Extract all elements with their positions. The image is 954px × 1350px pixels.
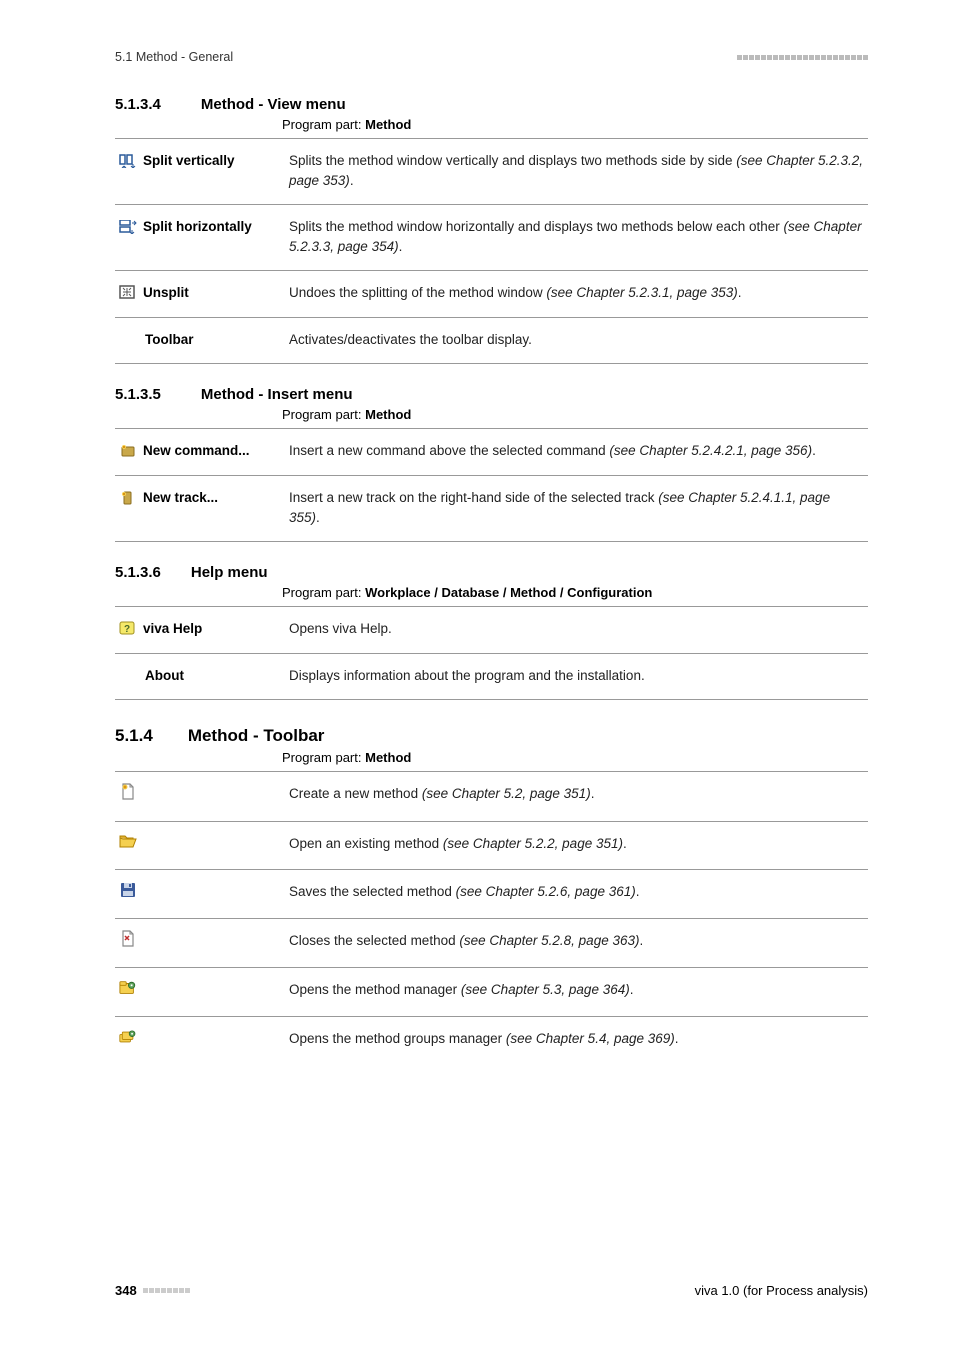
program-part-514: Program part: Method xyxy=(282,750,868,765)
new-track-icon xyxy=(119,490,137,506)
row-label: Unsplit xyxy=(143,283,189,303)
section-number: 5.1.4 xyxy=(115,726,153,746)
header-decoration xyxy=(737,55,868,60)
unsplit-icon xyxy=(119,285,137,301)
program-part-5136: Program part: Workplace / Database / Met… xyxy=(282,585,868,600)
row-desc: Activates/deactivates the toolbar displa… xyxy=(285,317,868,364)
table-row: Create a new method (see Chapter 5.2, pa… xyxy=(115,772,868,822)
row-desc: Undoes the splitting of the method windo… xyxy=(285,271,868,318)
table-row: New track... Insert a new track on the r… xyxy=(115,475,868,541)
page-number: 348 xyxy=(115,1283,137,1298)
page-header: 5.1 Method - General xyxy=(115,50,868,64)
new-document-icon xyxy=(119,784,137,800)
table-row: ? viva Help Opens viva Help. xyxy=(115,607,868,654)
row-desc: Saves the selected method (see Chapter 5… xyxy=(285,870,868,919)
program-part-5134: Program part: Method xyxy=(282,117,868,132)
method-manager-icon xyxy=(119,980,137,996)
program-part-5135: Program part: Method xyxy=(282,407,868,422)
table-row: Opens the method manager (see Chapter 5.… xyxy=(115,968,868,1017)
row-label: New command... xyxy=(143,441,250,461)
row-label: Split horizontally xyxy=(143,217,252,237)
save-icon xyxy=(119,882,137,898)
row-desc: Displays information about the program a… xyxy=(285,653,868,700)
table-5134: Split vertically Splits the method windo… xyxy=(115,138,868,364)
row-desc: Opens viva Help. xyxy=(285,607,868,654)
table-row: Split horizontally Splits the method win… xyxy=(115,205,868,271)
row-label: viva Help xyxy=(143,619,202,639)
table-row: Toolbar Activates/deactivates the toolba… xyxy=(115,317,868,364)
table-row: About Displays information about the pro… xyxy=(115,653,868,700)
section-title: Method - View menu xyxy=(201,96,346,113)
row-desc: Opens the method groups manager (see Cha… xyxy=(285,1017,868,1065)
section-title: Help menu xyxy=(191,564,268,581)
program-part-value: Workplace / Database / Method / Configur… xyxy=(365,585,652,600)
section-title: Method - Insert menu xyxy=(201,386,353,403)
section-5135-heading: 5.1.3.5 Method - Insert menu xyxy=(115,386,868,403)
table-row: Unsplit Undoes the splitting of the meth… xyxy=(115,271,868,318)
table-514: Create a new method (see Chapter 5.2, pa… xyxy=(115,771,868,1064)
footer-product: viva 1.0 (for Process analysis) xyxy=(695,1283,868,1298)
table-row: Split vertically Splits the method windo… xyxy=(115,139,868,205)
new-command-icon xyxy=(119,443,137,459)
row-label: Split vertically xyxy=(143,151,235,171)
row-desc: Splits the method window vertically and … xyxy=(285,139,868,205)
section-number: 5.1.3.4 xyxy=(115,96,161,113)
row-desc: Closes the selected method (see Chapter … xyxy=(285,918,868,968)
table-row: Open an existing method (see Chapter 5.2… xyxy=(115,821,868,870)
svg-text:?: ? xyxy=(124,624,130,635)
footer-decoration xyxy=(143,1288,190,1293)
help-icon: ? xyxy=(119,621,137,637)
table-row: New command... Insert a new command abov… xyxy=(115,429,868,476)
table-5136: ? viva Help Opens viva Help. About Displ… xyxy=(115,606,868,700)
section-5136-heading: 5.1.3.6 Help menu xyxy=(115,564,868,581)
program-part-value: Method xyxy=(365,407,411,422)
section-5134-heading: 5.1.3.4 Method - View menu xyxy=(115,96,868,113)
table-5135: New command... Insert a new command abov… xyxy=(115,428,868,542)
section-number: 5.1.3.5 xyxy=(115,386,161,403)
program-part-label: Program part: xyxy=(282,117,361,132)
row-label: New track... xyxy=(143,488,218,508)
program-part-label: Program part: xyxy=(282,750,361,765)
row-label: About xyxy=(145,666,184,686)
split-vertical-icon xyxy=(119,153,137,169)
section-514-heading: 5.1.4 Method - Toolbar xyxy=(115,726,868,746)
table-row: Closes the selected method (see Chapter … xyxy=(115,918,868,968)
row-desc: Opens the method manager (see Chapter 5.… xyxy=(285,968,868,1017)
program-part-value: Method xyxy=(365,117,411,132)
row-desc: Insert a new track on the right-hand sid… xyxy=(285,475,868,541)
section-number: 5.1.3.6 xyxy=(115,564,161,581)
table-row: Opens the method groups manager (see Cha… xyxy=(115,1017,868,1065)
row-desc: Open an existing method (see Chapter 5.2… xyxy=(285,821,868,870)
page-footer: 348 viva 1.0 (for Process analysis) xyxy=(115,1283,868,1298)
row-desc: Insert a new command above the selected … xyxy=(285,429,868,476)
row-desc: Create a new method (see Chapter 5.2, pa… xyxy=(285,772,868,822)
program-part-label: Program part: xyxy=(282,585,361,600)
header-section-path: 5.1 Method - General xyxy=(115,50,233,64)
table-row: Saves the selected method (see Chapter 5… xyxy=(115,870,868,919)
program-part-label: Program part: xyxy=(282,407,361,422)
open-folder-icon xyxy=(119,834,137,850)
row-label: Toolbar xyxy=(145,330,194,350)
section-title: Method - Toolbar xyxy=(188,726,325,746)
close-document-icon xyxy=(119,931,137,947)
program-part-value: Method xyxy=(365,750,411,765)
method-groups-manager-icon xyxy=(119,1029,137,1045)
split-horizontal-icon xyxy=(119,219,137,235)
row-desc: Splits the method window horizontally an… xyxy=(285,205,868,271)
